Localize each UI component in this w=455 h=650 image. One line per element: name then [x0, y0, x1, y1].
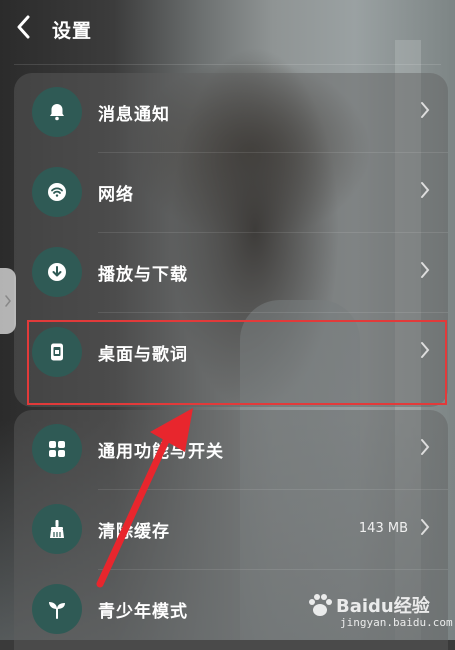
setting-label: 清除缓存	[98, 522, 170, 542]
wifi-icon	[32, 167, 82, 217]
setting-label: 网络	[98, 185, 134, 205]
bell-icon	[32, 87, 82, 137]
setting-row-notifications[interactable]: 消息通知	[14, 73, 448, 153]
watermark-text: Baidu经验	[336, 596, 430, 617]
setting-row-general-features[interactable]: 通用功能与开关	[14, 410, 448, 490]
chevron-right-icon	[421, 262, 430, 278]
chevron-right-icon	[421, 182, 430, 198]
chevron-right-icon	[421, 439, 430, 455]
setting-row-network[interactable]: 网络	[14, 153, 448, 233]
chevron-right-icon	[421, 102, 430, 118]
paw-icon	[309, 594, 332, 616]
page-title: 设置	[52, 20, 93, 42]
setting-row-clear-cache[interactable]: 清除缓存 143 MB	[14, 490, 448, 570]
download-icon	[32, 247, 82, 297]
watermark-url: jingyan.baidu.com	[340, 616, 453, 629]
setting-label: 青少年模式	[98, 602, 188, 622]
setting-label: 播放与下载	[98, 265, 188, 285]
watermark: Baidu经验 jingyan.baidu.com	[300, 590, 453, 636]
setting-label: 消息通知	[98, 105, 170, 125]
cache-size-value: 143 MB	[358, 521, 408, 536]
broom-icon	[32, 504, 82, 554]
header-divider	[14, 64, 441, 65]
setting-label: 通用功能与开关	[98, 442, 224, 462]
chevron-right-icon	[5, 295, 11, 307]
grid-icon	[32, 424, 82, 474]
setting-row-playback-download[interactable]: 播放与下载	[14, 233, 448, 313]
chevron-left-icon	[17, 15, 30, 39]
sprout-icon	[32, 584, 82, 634]
header: 设置	[0, 0, 455, 60]
chevron-right-icon	[421, 519, 430, 535]
side-drawer-handle[interactable]	[0, 268, 16, 334]
highlight-box	[27, 320, 447, 405]
back-button[interactable]	[16, 15, 38, 41]
